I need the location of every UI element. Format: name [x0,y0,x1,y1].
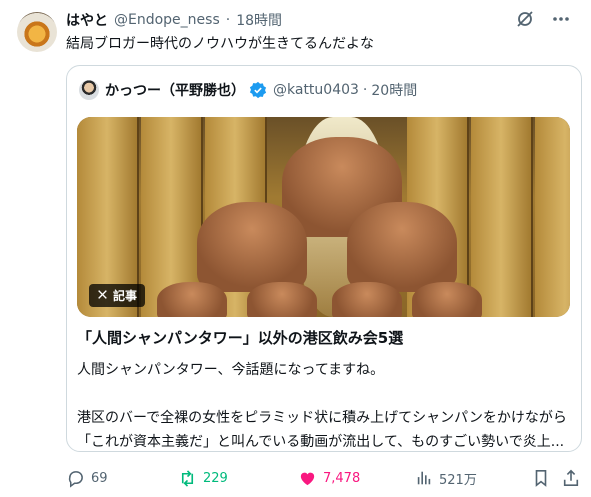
user-handle[interactable]: @Endope_ness [114,12,220,28]
article-excerpt: 人間シャンパンタワー、今話題になってますね。 港区のバーで全裸の女性をピラミッド… [77,358,573,451]
retweet-icon [178,469,197,488]
excerpt-line: 「これが資本主義だ」と叫んでいる動画が流出して、ものすごい勢いで炎上... [77,434,565,450]
bookmark-button[interactable] [532,466,550,490]
views-button[interactable]: 521万 [415,466,477,490]
share-button[interactable] [562,466,580,490]
separator: · [225,12,231,28]
bookmark-icon [532,469,550,487]
view-count: 521万 [439,472,477,488]
quote-avatar [79,80,99,100]
retweet-count: 229 [203,470,228,486]
excerpt-line: 人間シャンパンタワー、今話題になってますね。 [77,362,385,378]
display-name[interactable]: はやと [66,10,108,30]
reply-button[interactable]: 69 [66,466,108,490]
quoted-tweet[interactable]: かっつー（平野勝也） @kattu0403 · 20時間 記事 「人間シャンパン… [66,65,582,452]
verified-icon [249,81,267,99]
views-icon [415,469,433,487]
avatar[interactable] [17,12,57,52]
share-icon [562,469,580,487]
article-image[interactable]: 記事 [77,117,570,317]
article-badge: 記事 [89,284,146,307]
reply-count: 69 [91,470,108,486]
reply-icon [66,469,85,488]
quote-handle: @kattu0403 [273,82,359,98]
x-logo-icon [97,289,108,303]
retweet-button[interactable]: 229 [178,466,228,490]
quote-separator: · [362,82,368,98]
article-title[interactable]: 「人間シャンパンタワー」以外の港区飲み会5選 [77,327,403,348]
more-icon[interactable] [551,9,571,29]
like-button[interactable]: 7,478 [298,466,360,490]
tweet-text: 結局ブロガー時代のノウハウが生きてるんだよな [66,36,374,52]
quote-header: かっつー（平野勝也） @kattu0403 · 20時間 [79,80,417,100]
article-badge-label: 記事 [113,289,138,303]
excerpt-line: 港区のバーで全裸の女性をピラミッド状に積み上げてシャンパンをかけながら [77,410,567,426]
tweet-header: はやと @Endope_ness · 18時間 [66,9,571,31]
timestamp[interactable]: 18時間 [236,10,282,30]
quote-timestamp: 20時間 [371,83,418,99]
like-count: 7,478 [323,470,361,486]
grok-icon[interactable] [515,9,535,29]
quote-display-name: かっつー（平野勝也） [105,83,245,99]
action-bar: 69 229 7,478 521万 [66,466,582,490]
like-icon [298,469,317,488]
